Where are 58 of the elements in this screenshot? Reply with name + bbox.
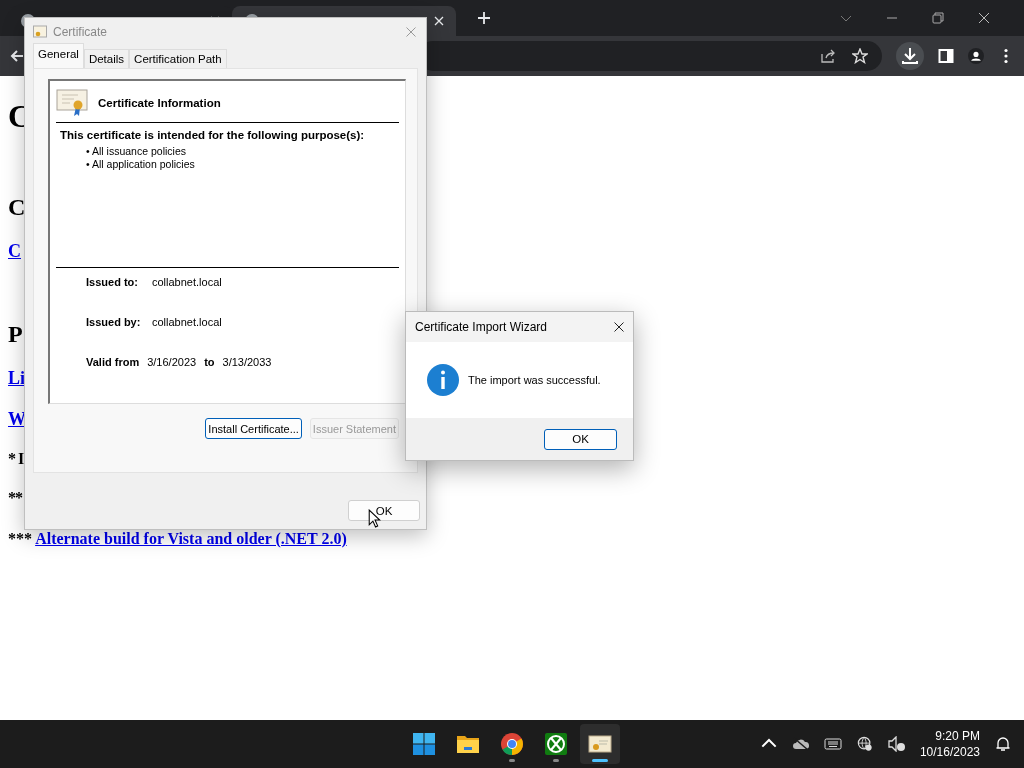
cloud-icon[interactable] [791, 736, 810, 752]
page-heading: C [8, 193, 26, 222]
message-text: The import was successful. [468, 374, 601, 386]
field-label: Issued to: [86, 276, 139, 288]
page-link[interactable]: C [8, 241, 21, 261]
close-icon[interactable] [978, 12, 990, 24]
running-indicator [592, 759, 608, 762]
side-panel-icon[interactable] [938, 48, 954, 64]
dialog-button[interactable]: Install Certificate... [205, 418, 302, 439]
ok-button[interactable]: OK [544, 428, 617, 450]
network-icon[interactable] [855, 736, 874, 752]
stars-text: *** [8, 530, 32, 547]
chrome-icon [500, 732, 524, 756]
xbox-icon [544, 732, 568, 756]
field-value: 3/16/2023 [147, 356, 197, 368]
field-value: 3/13/2033 [222, 356, 272, 368]
page-text: ** [8, 489, 22, 506]
certificate-icon [33, 25, 47, 39]
dialog-tab[interactable]: Certification Path [129, 49, 227, 68]
bell-icon[interactable] [994, 736, 1012, 752]
page-link[interactable]: Li [8, 368, 25, 388]
page-text: * I [8, 450, 24, 467]
close-icon[interactable] [614, 322, 624, 332]
page-link[interactable]: W [8, 409, 26, 429]
purpose-item: • All issuance policies [86, 145, 187, 158]
download-icon[interactable] [896, 42, 924, 70]
share-icon[interactable] [820, 48, 836, 64]
dialog-tab[interactable]: Details [83, 49, 130, 68]
field-label: to [204, 356, 215, 368]
purpose-item: • All application policies [86, 158, 196, 171]
window-title: Certificate [53, 25, 108, 39]
new-tab-icon[interactable] [478, 12, 490, 24]
ok-button[interactable]: OK [348, 500, 420, 521]
keyboard-icon[interactable] [823, 736, 842, 752]
window-title: Certificate Import Wizard [415, 320, 548, 334]
info-icon [427, 364, 459, 396]
certificate-icon [56, 89, 88, 117]
back-icon[interactable] [10, 49, 24, 63]
running-indicator [553, 759, 559, 762]
field-value: collabnet.local [152, 276, 222, 288]
field-value: collabnet.local [152, 316, 222, 328]
profile-icon[interactable] [968, 48, 984, 64]
restore-icon[interactable] [932, 12, 944, 24]
certificate-icon [588, 732, 612, 756]
download-link[interactable]: Alternate build for Vista and older (.NET 2.0) [35, 530, 347, 547]
dialog-tab[interactable]: General [33, 43, 84, 68]
page-heading: P [8, 320, 23, 349]
clock-time[interactable]: 9:20 PM [935, 728, 980, 744]
field-label: Issued by: [86, 316, 142, 328]
clock-date[interactable]: 10/16/2023 [919, 744, 980, 760]
star-icon[interactable] [852, 48, 868, 64]
speaker-muted-icon[interactable] [887, 736, 906, 752]
taskbar-button[interactable] [580, 724, 620, 764]
windows-icon [412, 732, 436, 756]
purpose-heading: This certificate is intended for the following purpose(s): [60, 129, 366, 141]
field-label: Valid from [86, 356, 140, 368]
running-indicator [509, 759, 515, 762]
section-title: Certificate Information [98, 97, 221, 109]
